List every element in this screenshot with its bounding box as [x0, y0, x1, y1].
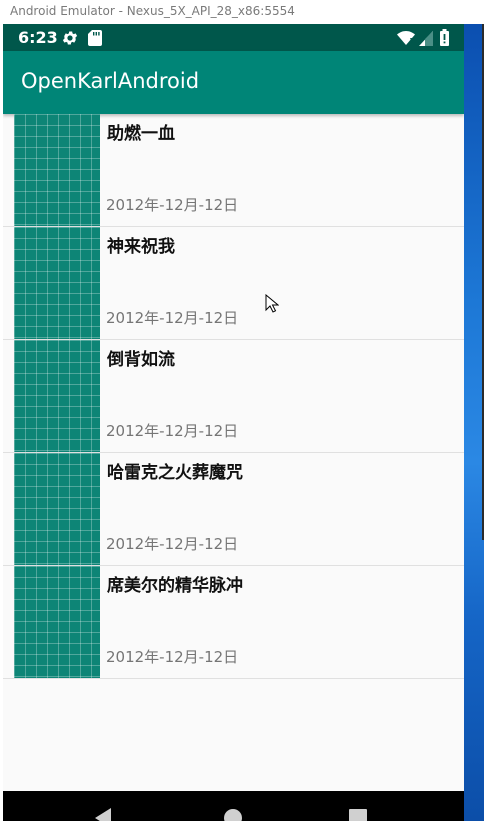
- list-empty-space: [3, 679, 464, 791]
- item-title: 神来祝我: [107, 237, 175, 257]
- battery-icon: [440, 29, 449, 46]
- item-date: 2012年-12月-12日: [106, 422, 239, 440]
- item-title: 席美尔的精华脉冲: [107, 576, 243, 596]
- mouse-cursor-icon: [265, 294, 279, 313]
- item-date: 2012年-12月-12日: [106, 309, 239, 327]
- list-item[interactable]: 神来祝我 2012年-12月-12日: [3, 227, 464, 340]
- app-bar: OpenKarlAndroid: [3, 51, 464, 114]
- item-thumbnail: [14, 227, 100, 339]
- item-title: 助燃一血: [107, 124, 175, 144]
- app-title: OpenKarlAndroid: [21, 69, 200, 93]
- window-title-spacer: [468, 0, 484, 24]
- gear-icon: [62, 31, 78, 45]
- item-list[interactable]: 助燃一血 2012年-12月-12日 神来祝我 2012年-12月-12日 倒背…: [3, 114, 464, 679]
- item-date: 2012年-12月-12日: [106, 196, 239, 214]
- emulator-window-title: Android Emulator - Nexus_5X_API_28_x86:5…: [0, 0, 468, 24]
- back-icon[interactable]: [93, 807, 115, 821]
- status-time: 6:23: [18, 28, 58, 47]
- recents-icon[interactable]: [349, 809, 367, 821]
- wifi-icon: [397, 31, 415, 45]
- item-date: 2012年-12月-12日: [106, 648, 239, 666]
- list-item[interactable]: 哈雷克之火葬魔咒 2012年-12月-12日: [3, 453, 464, 566]
- signal-icon: [419, 31, 433, 46]
- item-thumbnail: [14, 566, 100, 678]
- list-item[interactable]: 助燃一血 2012年-12月-12日: [3, 114, 464, 227]
- list-item[interactable]: 倒背如流 2012年-12月-12日: [3, 340, 464, 453]
- item-thumbnail: [14, 340, 100, 452]
- item-title: 哈雷克之火葬魔咒: [107, 463, 243, 483]
- navigation-bar: [3, 791, 464, 821]
- device-screen: 6:23 OpenKarlAndroid 助燃一血 2012年-12月-12日 …: [3, 24, 464, 821]
- item-thumbnail: [14, 114, 100, 226]
- desktop-background: [464, 24, 484, 821]
- sd-card-icon: [88, 30, 102, 46]
- item-title: 倒背如流: [107, 350, 175, 370]
- status-bar: 6:23: [3, 24, 464, 51]
- item-thumbnail: [14, 453, 100, 565]
- item-date: 2012年-12月-12日: [106, 535, 239, 553]
- list-item[interactable]: 席美尔的精华脉冲 2012年-12月-12日: [3, 566, 464, 679]
- home-icon[interactable]: [222, 807, 244, 821]
